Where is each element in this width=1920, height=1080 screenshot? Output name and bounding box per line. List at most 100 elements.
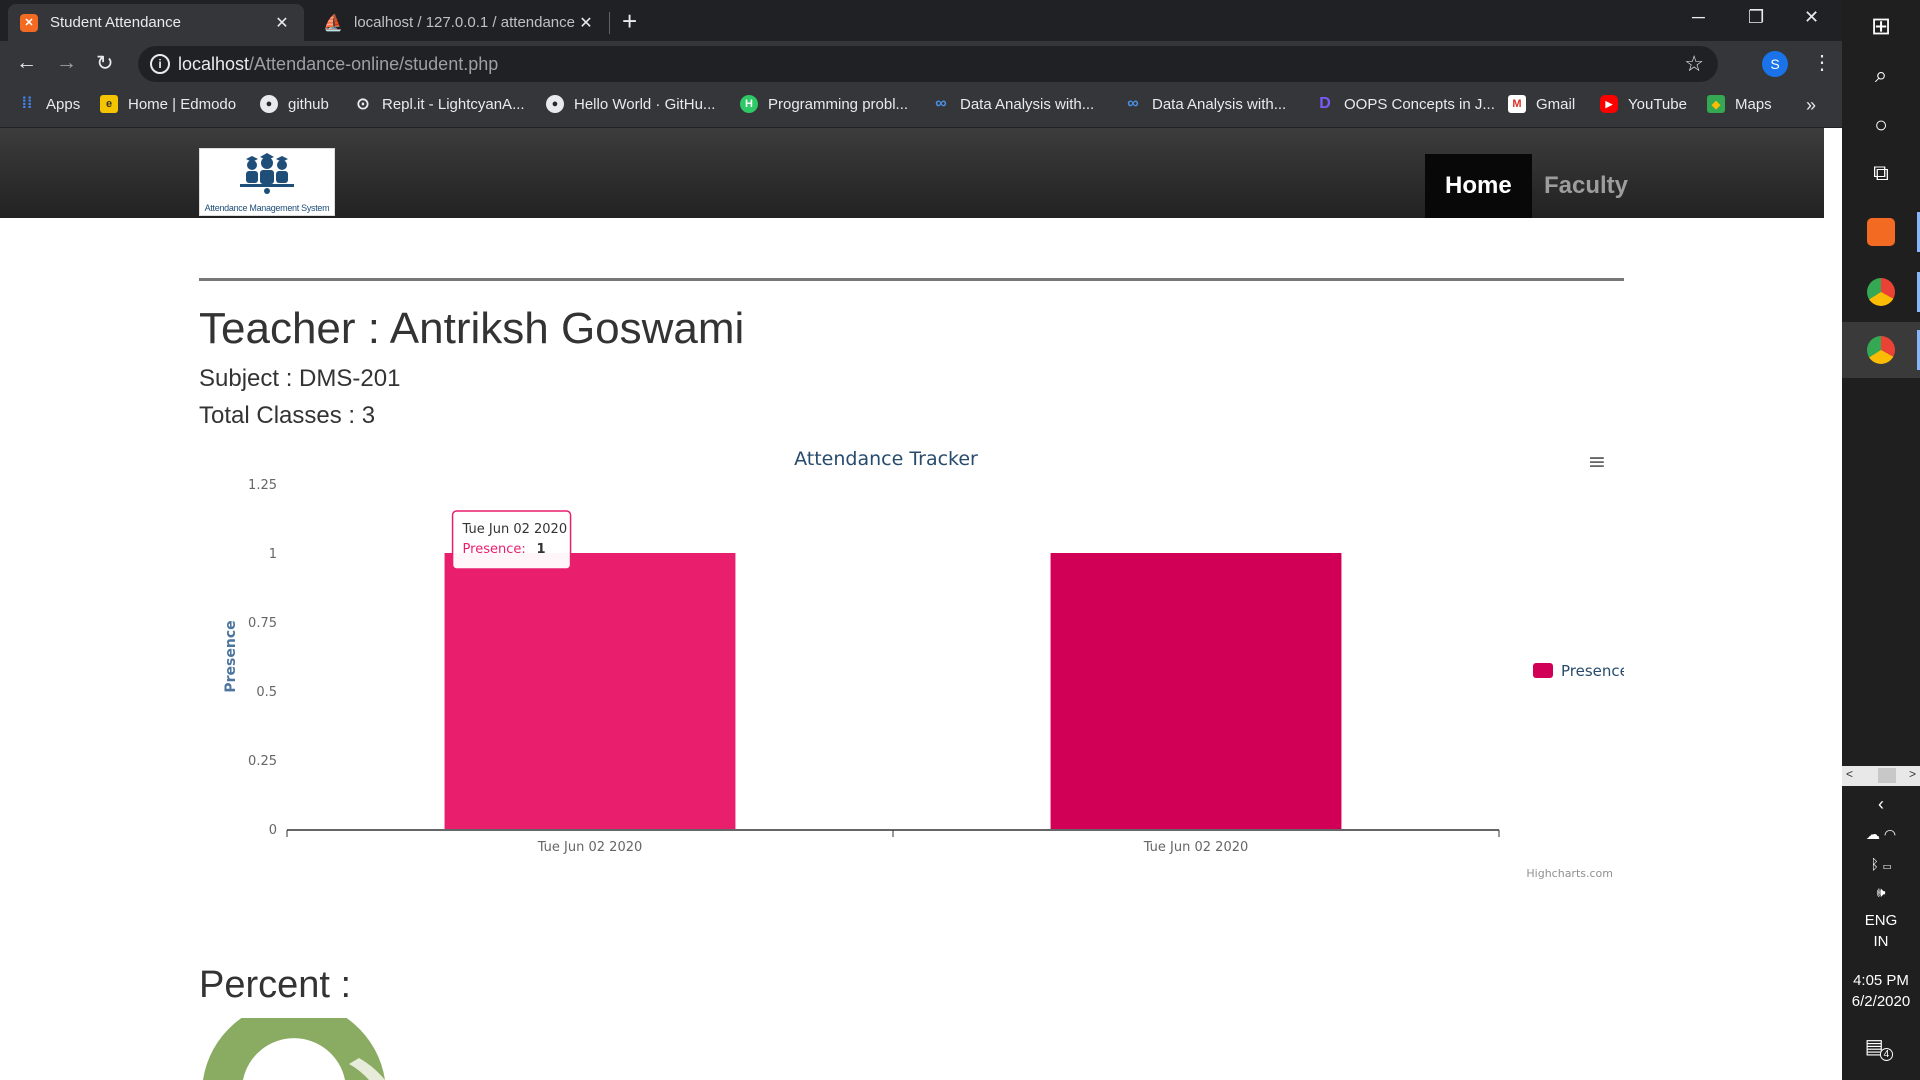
bookmark-star-icon[interactable]: ☆ [1684,51,1704,77]
clock[interactable]: 4:05 PM 6/2/2020 [1842,972,1920,1010]
restore-icon[interactable]: ❐ [1748,7,1764,28]
bookmark-gmail[interactable]: M Gmail [1508,95,1575,113]
bookmark-label: Gmail [1536,95,1576,113]
logo-caption: Attendance Management System [204,203,330,213]
bookmark-github[interactable]: ● github [260,95,329,113]
bookmark-label: Maps [1735,95,1772,113]
chart-svg: Attendance Tracker ≡ 0 0.25 0.5 0.75 1 1.25 Pres… [223,448,1629,880]
bar-presence [444,553,736,829]
bookmark-label: Programming probl... [768,95,909,113]
bookmark-data-analysis-2[interactable]: ∞ Data Analysis with... [1124,95,1286,113]
bookmarks-overflow-icon[interactable]: » [1806,95,1816,116]
tab-title: localhost / 127.0.0.1 / attendance [354,14,575,31]
y-tick-label: 0 [269,823,277,838]
hackerearth-icon: H [740,95,758,113]
cortana-icon[interactable]: ○ [1842,112,1920,138]
bookmark-label: OOPS Concepts in J... [1344,95,1495,113]
scroll-right-icon[interactable]: > [1909,767,1916,781]
y-tick-label: 0.5 [256,685,277,700]
nav-home[interactable]: Home [1425,154,1532,218]
new-tab-button[interactable]: + [622,8,637,34]
bookmark-label: github [288,95,329,113]
edmodo-icon: e [100,95,118,113]
show-hidden-icons[interactable]: ‹ [1842,794,1920,815]
task-view-icon[interactable]: ⧉ [1842,160,1920,186]
tab-student-attendance[interactable]: ✕ Student Attendance ✕ [8,4,304,41]
y-tick-label: 0.75 [248,616,277,631]
close-tab-icon[interactable]: ✕ [576,13,596,33]
teacher-heading: Teacher : Antriksh Goswami [199,304,745,353]
nav-faculty[interactable]: Faculty [1524,154,1648,218]
bookmark-hello-world[interactable]: ● Hello World · GitHu... [546,95,715,113]
donut-arc [203,1018,385,1080]
menu-kebab-icon[interactable]: ⋮ [1812,50,1832,75]
taskbar-chrome-2[interactable] [1842,322,1920,378]
taskbar-chrome-1[interactable] [1842,264,1920,320]
bookmark-label: YouTube [1628,95,1687,113]
tab-phpmyadmin[interactable]: ⛵ localhost / 127.0.0.1 / attendance ✕ [312,4,608,41]
tab-title: Student Attendance [50,14,181,31]
notification-count: 4 [1879,1048,1894,1061]
apps-grid-icon: ⁞⁞ [21,95,33,112]
bar-presence [1050,553,1342,829]
bookmark-edmodo[interactable]: e Home | Edmodo [100,95,236,113]
scroll-thumb[interactable] [1878,768,1896,783]
bookmark-label: Apps [46,95,81,113]
y-tick-label: 1.25 [248,478,277,493]
windows-start-icon[interactable]: ⊞ [1842,12,1920,41]
gmail-icon: M [1508,95,1526,113]
url-host: localhost [178,54,250,74]
legend-item-presence[interactable]: Presence [1561,662,1629,680]
bookmark-data-analysis-1[interactable]: ∞ Data Analysis with... [932,95,1094,113]
chart-credits: Highcharts.com [1526,867,1613,880]
youtube-icon: ▶ [1600,95,1618,113]
reload-icon[interactable]: ↻ [96,51,114,76]
region-code: IN [1873,933,1889,950]
onedrive-wifi-icons[interactable]: ☁ ◠ [1842,826,1920,843]
bookmarks-bar: ⁞⁞ Apps e Home | Edmodo ● github ⊙ Repl.it -… [0,87,1842,128]
clock-date: 6/2/2020 [1851,993,1911,1010]
action-center-icon[interactable]: ▤4 [1842,1034,1920,1061]
back-icon[interactable]: ← [16,51,37,75]
divider [199,278,1624,281]
subject-text: Subject : DMS-201 [199,365,401,392]
bookmark-maps[interactable]: ◆ Maps [1707,95,1772,113]
replit-icon: ⊙ [356,96,370,113]
x-tick-label: Tue Jun 02 2020 [1143,840,1249,855]
bookmark-youtube[interactable]: ▶ YouTube [1600,95,1687,113]
url-text[interactable]: localhost/Attendance-online/student.php [178,54,498,75]
github-icon: ● [546,95,564,113]
bookmark-label: Repl.it - LightcyanA... [382,95,525,113]
address-bar[interactable]: i localhost/Attendance-online/student.ph… [138,46,1718,82]
scroll-left-icon[interactable]: < [1846,767,1853,781]
site-logo[interactable]: Attendance Management System [199,148,335,216]
bookmark-label: Home | Edmodo [128,95,237,113]
total-classes-text: Total Classes : 3 [199,402,376,429]
forward-icon[interactable]: → [56,51,77,75]
coursera-icon: ∞ [1127,95,1139,112]
browser-toolbar: ← → ↻ i localhost/Attendance-online/stud… [0,41,1842,87]
clock-time: 4:05 PM [1853,972,1909,989]
bluetooth-battery-icons[interactable]: ᛒ ▭ [1842,856,1920,872]
tooltip-header: Tue Jun 02 2020 [462,522,568,537]
search-icon[interactable]: ⌕ [1842,62,1920,88]
taskbar-xampp[interactable] [1842,204,1920,260]
coursera-icon: ∞ [935,95,947,112]
site-info-icon[interactable]: i [150,54,170,74]
chrome-icon [1867,278,1895,306]
bookmark-programming[interactable]: H Programming probl... [740,95,908,113]
bookmark-replit[interactable]: ⊙ Repl.it - LightcyanA... [354,95,525,114]
github-icon: ● [260,95,278,113]
chart-menu-icon[interactable]: ≡ [1588,450,1606,475]
close-tab-icon[interactable]: ✕ [272,13,292,33]
bookmark-label: Hello World · GitHu... [574,95,716,113]
volume-icon[interactable]: 🕪 [1842,884,1920,901]
bookmark-oops[interactable]: D OOPS Concepts in J... [1316,95,1495,113]
minimize-icon[interactable]: ─ [1692,7,1705,28]
language-indicator[interactable]: ENG IN [1842,912,1920,950]
profile-avatar[interactable]: S [1762,51,1788,77]
tooltip-series: Presence: [463,542,526,557]
bookmark-apps[interactable]: ⁞⁞ Apps [18,95,81,113]
taskbar-scroll[interactable]: < > [1842,766,1920,786]
close-window-icon[interactable]: ✕ [1804,7,1819,28]
